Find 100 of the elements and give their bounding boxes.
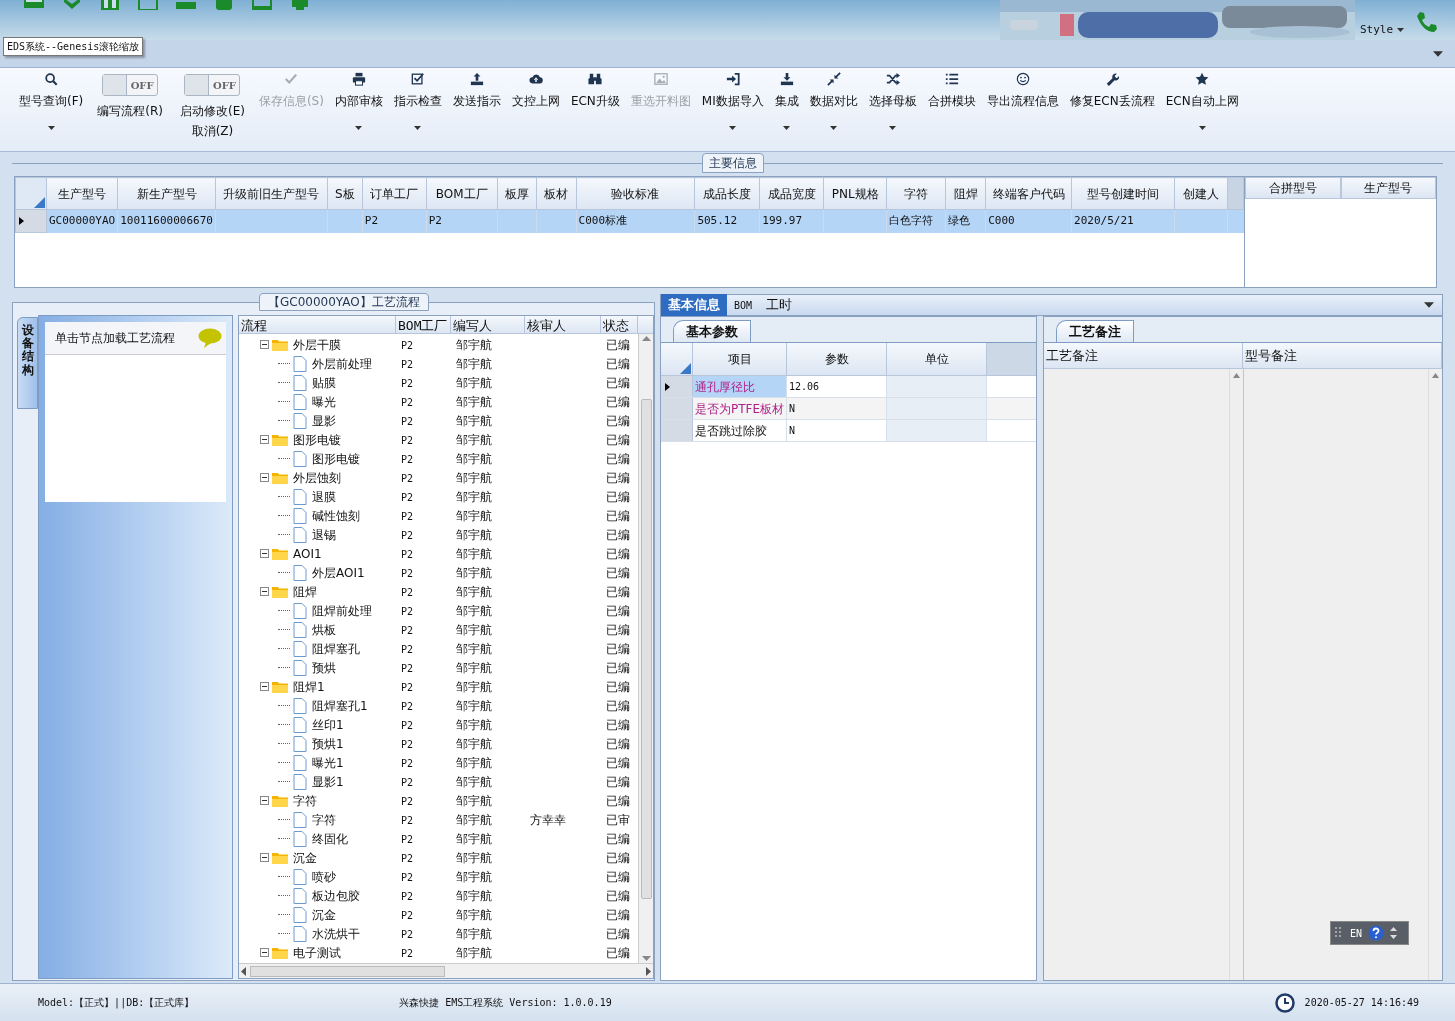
panel-tab[interactable]: 基本参数 [673,320,751,342]
column-header[interactable]: 合拼型号 [1245,177,1341,199]
column-header[interactable]: 生产型号 [46,177,118,210]
collapse-icon[interactable] [260,587,269,596]
scroll-down-icon[interactable] [641,956,651,961]
tree-item[interactable]: 水洗烘干 [312,924,360,943]
collapse-icon[interactable] [260,948,269,957]
ribbon-button[interactable]: 集成 [769,68,804,144]
tree-item[interactable]: 阻焊塞孔 [312,639,360,658]
tree-item[interactable]: 沉金 [312,905,336,924]
ribbon-button[interactable]: 文控上网 [506,68,565,144]
scroll-thumb[interactable] [250,965,445,977]
collapse-icon[interactable] [260,473,269,482]
tree-item[interactable]: 退膜 [312,487,336,506]
caret-icon[interactable] [1198,126,1206,130]
scroll-left-icon[interactable] [241,966,246,976]
caret-icon[interactable] [729,126,737,130]
collapse-icon[interactable] [260,549,269,558]
caret-icon[interactable] [1433,50,1443,57]
caret-icon[interactable] [889,126,897,130]
column-header[interactable]: 流程 [239,316,396,333]
tree-item[interactable]: 曝光1 [312,753,344,772]
ribbon-button[interactable]: 选择母板 [863,68,922,144]
tree-item[interactable]: 板边包胶 [312,886,360,905]
column-header[interactable]: 状态 [601,316,638,333]
collapse-icon[interactable] [260,682,269,691]
ribbon-button[interactable]: 数据对比 [804,68,863,144]
column-header[interactable]: 核审人 [525,316,601,333]
tree-item[interactable]: 曝光 [312,392,336,411]
tree-item[interactable]: 字符 [312,810,336,829]
scroll-right-icon[interactable] [646,966,651,976]
tree-item[interactable]: 沉金 [293,848,317,867]
tree-item[interactable]: 显影1 [312,772,344,791]
caret-icon[interactable] [355,126,363,130]
phone-icon[interactable] [1415,10,1439,34]
column-header[interactable]: BOM工厂 [396,316,451,333]
column-header[interactable]: 生产型号 [1340,177,1436,199]
ribbon-button[interactable]: 修复ECN丢流程 [1064,68,1160,144]
ribbon-button[interactable]: 型号查询(F) [14,68,89,144]
tree-item[interactable]: 阻焊前处理 [312,601,372,620]
tree-item[interactable]: 阻焊1 [293,677,325,696]
column-header[interactable]: 参数 [787,343,887,375]
caret-icon[interactable] [47,126,55,130]
tree-item[interactable]: 外层前处理 [312,354,372,373]
column-header[interactable]: 编写人 [451,316,525,333]
tree-item[interactable]: AOI1 [293,544,322,563]
ribbon-button[interactable]: MI数据导入 [696,68,769,144]
ribbon-button[interactable]: ECN升级 [565,68,625,144]
tree-item[interactable]: 图形电镀 [312,449,360,468]
caret-icon[interactable] [1397,28,1405,33]
tree-item[interactable]: 外层AOI1 [312,563,365,582]
ribbon-button[interactable]: 导出流程信息 [981,68,1064,144]
table-row[interactable]: 通孔厚径比 12.06 [661,376,1036,398]
scroll-up-icon[interactable] [1432,373,1439,378]
table-row[interactable]: GC00000YAO 10011600006670 P2 P2 C000标准 505.12 199.97 白色字符 绿色 C000 2020/5/21 [15,209,1244,233]
toggle-switch[interactable]: OFF [102,74,159,96]
tree-item[interactable]: 烘板 [312,620,336,639]
table-row[interactable]: 是否跳过除胶 N [661,420,1036,442]
tree-item[interactable]: 丝印1 [312,715,344,734]
column-header[interactable]: 订单工厂 [362,177,427,210]
tree-item[interactable]: 阻焊 [293,582,317,601]
tree-item[interactable]: 外层蚀刻 [293,468,341,487]
column-header[interactable]: 创建人 [1174,177,1228,210]
column-header[interactable]: 阻焊 [945,177,986,210]
caret-icon[interactable] [783,126,791,130]
grid-icon[interactable] [22,0,46,10]
tree-item[interactable]: 碱性蚀刻 [312,506,360,525]
options-icon[interactable] [1390,926,1398,940]
scroll-thumb[interactable] [640,398,652,899]
column-header[interactable]: 字符 [886,177,946,210]
ribbon-button[interactable]: 内部审核 [329,68,388,144]
collapse-icon[interactable] [260,853,269,862]
column-header[interactable]: S板 [327,177,363,210]
tree-item[interactable]: 字符 [293,791,317,810]
ribbon-button[interactable]: 发送指示 [447,68,506,144]
tree-item[interactable]: 阻焊塞孔1 [312,696,368,715]
column-header[interactable]: PNL规格 [823,177,887,210]
column-header[interactable]: BOM工厂 [426,177,498,210]
toggle-switch[interactable]: OFF [184,74,241,96]
scroll-up-icon[interactable] [641,336,651,341]
column-header[interactable]: 板材 [536,177,577,210]
column-header[interactable]: 型号创建时间 [1071,177,1175,210]
tree-item[interactable]: 贴膜 [312,373,336,392]
tree-item[interactable]: 预烘1 [312,734,344,753]
collapse-icon[interactable] [260,340,269,349]
tree-item[interactable]: 外层干膜 [293,335,341,354]
column-header[interactable]: 升级前旧生产型号 [215,177,328,210]
column-header[interactable]: 成品长度 [694,177,760,210]
tab[interactable]: 工时 [759,294,800,316]
column-header[interactable]: 型号备注 [1243,343,1442,368]
ribbon-button[interactable]: 指示检查 [388,68,447,144]
caret-icon[interactable] [414,126,422,130]
tree-item[interactable]: 终固化 [312,829,348,848]
ribbon-button[interactable]: ECN自动上网 [1160,68,1244,144]
side-tab[interactable]: 设备结构 [17,317,38,409]
column-header[interactable]: 终端客户代码 [985,177,1072,210]
ribbon-button[interactable]: 合拼模块 [922,68,981,144]
tab[interactable]: 基本信息 [661,294,727,316]
tree-item[interactable]: 退锡 [312,525,336,544]
collapse-icon[interactable] [260,796,269,805]
